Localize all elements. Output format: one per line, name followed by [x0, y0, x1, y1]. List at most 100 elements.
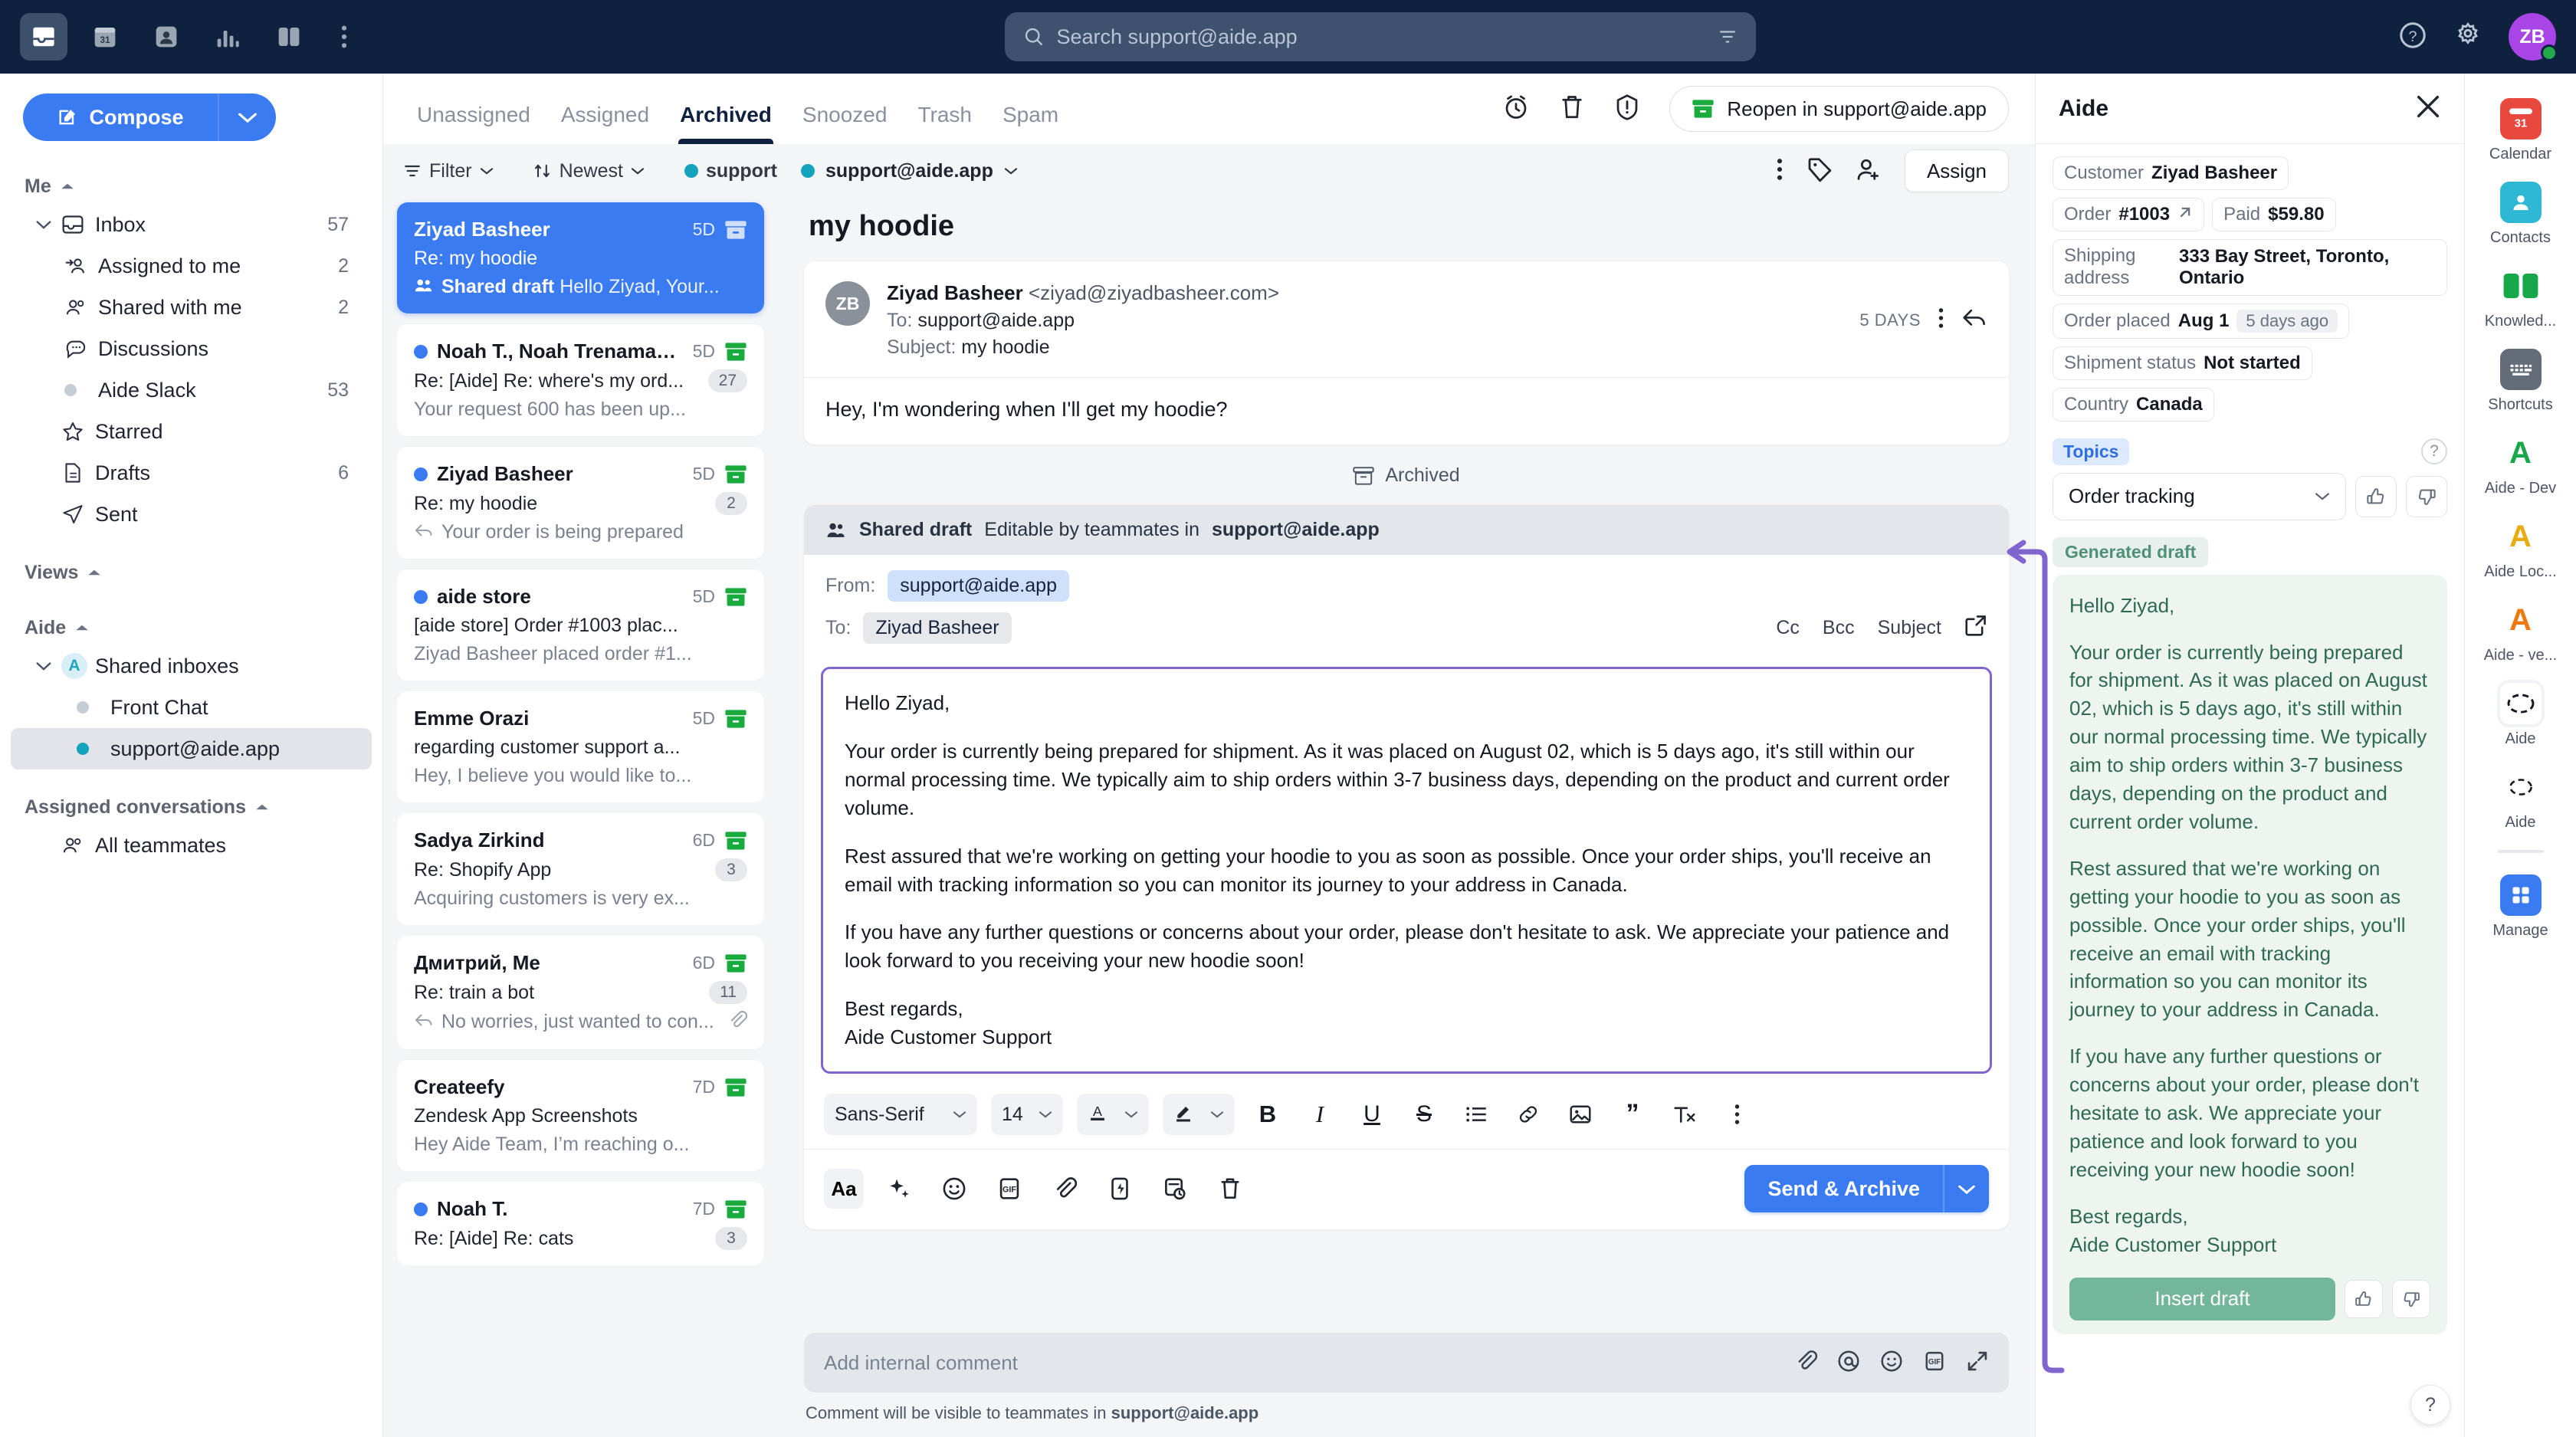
ai-sparkle-icon[interactable]	[879, 1169, 919, 1209]
rail-item-contacts[interactable]: Contacts	[2471, 174, 2571, 251]
gif-icon[interactable]: GIF	[1923, 1350, 1946, 1376]
trash-icon[interactable]	[1559, 94, 1585, 125]
archive-icon[interactable]	[724, 220, 747, 240]
popout-icon[interactable]	[1964, 614, 1987, 642]
archive-icon[interactable]	[724, 831, 747, 851]
conversation-item-0[interactable]: Ziyad Basheer 5D Re: my hoodie Shared dr…	[397, 202, 764, 313]
assign-button[interactable]: Assign	[1904, 149, 2009, 192]
sidebar-item-shared-inboxes[interactable]: A Shared inboxes	[11, 645, 372, 687]
rail-item-calendar[interactable]: 31 Calendar	[2471, 90, 2571, 168]
chip-order-placed[interactable]: Order placed Aug 1 5 days ago	[2053, 303, 2350, 339]
conversation-item-3[interactable]: aide store 5D [aide store] Order #1003 p…	[397, 569, 764, 681]
conversation-item-7[interactable]: Createefy 7D Zendesk App Screenshots Hey…	[397, 1060, 764, 1171]
archive-icon[interactable]	[724, 953, 747, 973]
tab-assigned[interactable]: Assigned	[546, 103, 665, 144]
add-assignee-icon[interactable]	[1856, 156, 1882, 186]
bulleted-list-button[interactable]	[1457, 1095, 1495, 1134]
attachment-icon[interactable]	[1045, 1169, 1085, 1209]
more-icon[interactable]	[1718, 1095, 1756, 1134]
conversation-item-2[interactable]: Ziyad Basheer 5D Re: my hoodie 2 Your or…	[397, 447, 764, 559]
tab-unassigned[interactable]: Unassigned	[402, 103, 546, 144]
rail-item-shortcuts[interactable]: Shortcuts	[2471, 341, 2571, 418]
chip-shipment-status[interactable]: Shipment status Not started	[2053, 346, 2312, 380]
spam-icon[interactable]	[1614, 94, 1640, 125]
compose-dropdown[interactable]	[219, 111, 276, 123]
tag-icon[interactable]	[1806, 156, 1833, 186]
mention-icon[interactable]	[1837, 1350, 1860, 1376]
rail-item-aide-local[interactable]: A Aide Loc...	[2471, 508, 2571, 586]
chip-customer[interactable]: Customer Ziyad Basheer	[2053, 156, 2289, 190]
sidebar-item-inbox[interactable]: Inbox 57	[11, 204, 372, 245]
reopen-button[interactable]: Reopen in support@aide.app	[1669, 86, 2009, 132]
schedule-send-icon[interactable]	[1155, 1169, 1195, 1209]
contacts-icon[interactable]	[143, 13, 190, 61]
send-archive-button[interactable]: Send & Archive	[1744, 1165, 1989, 1213]
knowledge-icon[interactable]	[265, 13, 313, 61]
tab-spam[interactable]: Spam	[987, 103, 1074, 144]
send-options-dropdown[interactable]	[1944, 1183, 1989, 1195]
thumbs-up-button[interactable]	[2355, 475, 2397, 517]
delete-draft-icon[interactable]	[1210, 1169, 1250, 1209]
text-color-select[interactable]: A	[1077, 1094, 1149, 1136]
conversation-list[interactable]: Ziyad Basheer 5D Re: my hoodie Shared dr…	[383, 198, 778, 1437]
more-icon[interactable]	[1938, 307, 1944, 333]
sidebar-group-me[interactable]: Me	[0, 169, 382, 204]
image-button[interactable]	[1561, 1095, 1600, 1134]
quick-reply-icon[interactable]	[1100, 1169, 1140, 1209]
archive-icon[interactable]	[724, 464, 747, 484]
more-icon[interactable]	[327, 24, 362, 50]
more-icon[interactable]	[1776, 157, 1784, 185]
chevron-down-icon[interactable]	[35, 661, 61, 671]
sidebar-item-front-chat[interactable]: Front Chat	[11, 687, 372, 728]
chevron-down-icon[interactable]	[35, 219, 61, 230]
rail-item-aide-dev[interactable]: A Aide - Dev	[2471, 425, 2571, 502]
help-icon[interactable]: ?	[2421, 438, 2447, 465]
sidebar-group-aide[interactable]: Aide	[0, 610, 382, 645]
sidebar-item-discussions[interactable]: Discussions	[11, 328, 372, 369]
sidebar-item-drafts[interactable]: Drafts 6	[11, 452, 372, 494]
tab-trash[interactable]: Trash	[902, 103, 987, 144]
thread-inbox-selector[interactable]: support@aide.app	[801, 160, 1018, 182]
font-family-select[interactable]: Sans-Serif	[824, 1094, 977, 1136]
conversation-item-1[interactable]: Noah T., Noah Trenaman ... 5D Re: [Aide]…	[397, 324, 764, 436]
reply-icon[interactable]	[1961, 307, 1987, 333]
cc-button[interactable]: Cc	[1776, 617, 1800, 639]
bold-button[interactable]: B	[1249, 1095, 1287, 1134]
thumbs-down-button[interactable]	[2406, 475, 2447, 517]
strikethrough-button[interactable]: S	[1405, 1095, 1443, 1134]
snooze-icon[interactable]	[1502, 94, 1530, 125]
conversation-item-8[interactable]: Noah T. 7D Re: [Aide] Re: cats 3	[397, 1182, 764, 1265]
external-link-icon[interactable]	[2177, 204, 2193, 225]
chip-paid[interactable]: Paid $59.80	[2212, 198, 2336, 231]
sidebar-item-aide-slack[interactable]: Aide Slack 53	[11, 369, 372, 411]
rail-item-aide-ve[interactable]: A Aide - ve...	[2471, 592, 2571, 669]
sidebar-item-starred[interactable]: Starred	[11, 411, 372, 452]
thumbs-down-button[interactable]	[2392, 1279, 2430, 1318]
emoji-icon[interactable]	[1880, 1350, 1903, 1376]
gear-icon[interactable]	[2453, 21, 2482, 54]
from-value[interactable]: support@aide.app	[888, 570, 1069, 602]
archive-icon[interactable]	[724, 1199, 747, 1219]
compose-main[interactable]: Compose	[23, 94, 219, 141]
subject-button[interactable]: Subject	[1878, 617, 1941, 639]
avatar[interactable]: ZB	[2509, 13, 2558, 61]
search-input[interactable]: Search support@aide.app	[1004, 12, 1756, 61]
archive-icon[interactable]	[724, 709, 747, 729]
to-value[interactable]: Ziyad Basheer	[863, 612, 1012, 644]
tab-archived[interactable]: Archived	[665, 103, 787, 144]
quote-button[interactable]: ”	[1613, 1095, 1652, 1134]
bcc-button[interactable]: Bcc	[1823, 617, 1855, 639]
help-icon[interactable]: ?	[2398, 21, 2427, 54]
emoji-icon[interactable]	[934, 1169, 974, 1209]
rail-item-aide[interactable]: Aide	[2471, 759, 2571, 836]
analytics-icon[interactable]	[204, 13, 251, 61]
compose-button[interactable]: Compose	[23, 94, 276, 141]
inbox-icon[interactable]	[20, 13, 67, 61]
tab-snoozed[interactable]: Snoozed	[787, 103, 903, 144]
topic-select[interactable]: Order tracking	[2053, 472, 2346, 520]
clear-format-button[interactable]	[1665, 1095, 1704, 1134]
sidebar-group-assigned-conversations[interactable]: Assigned conversations	[0, 789, 382, 825]
archive-icon[interactable]	[724, 342, 747, 362]
sidebar-item-shared-with-me[interactable]: Shared with me 2	[11, 287, 372, 328]
filter-button[interactable]: Filter	[403, 160, 494, 182]
